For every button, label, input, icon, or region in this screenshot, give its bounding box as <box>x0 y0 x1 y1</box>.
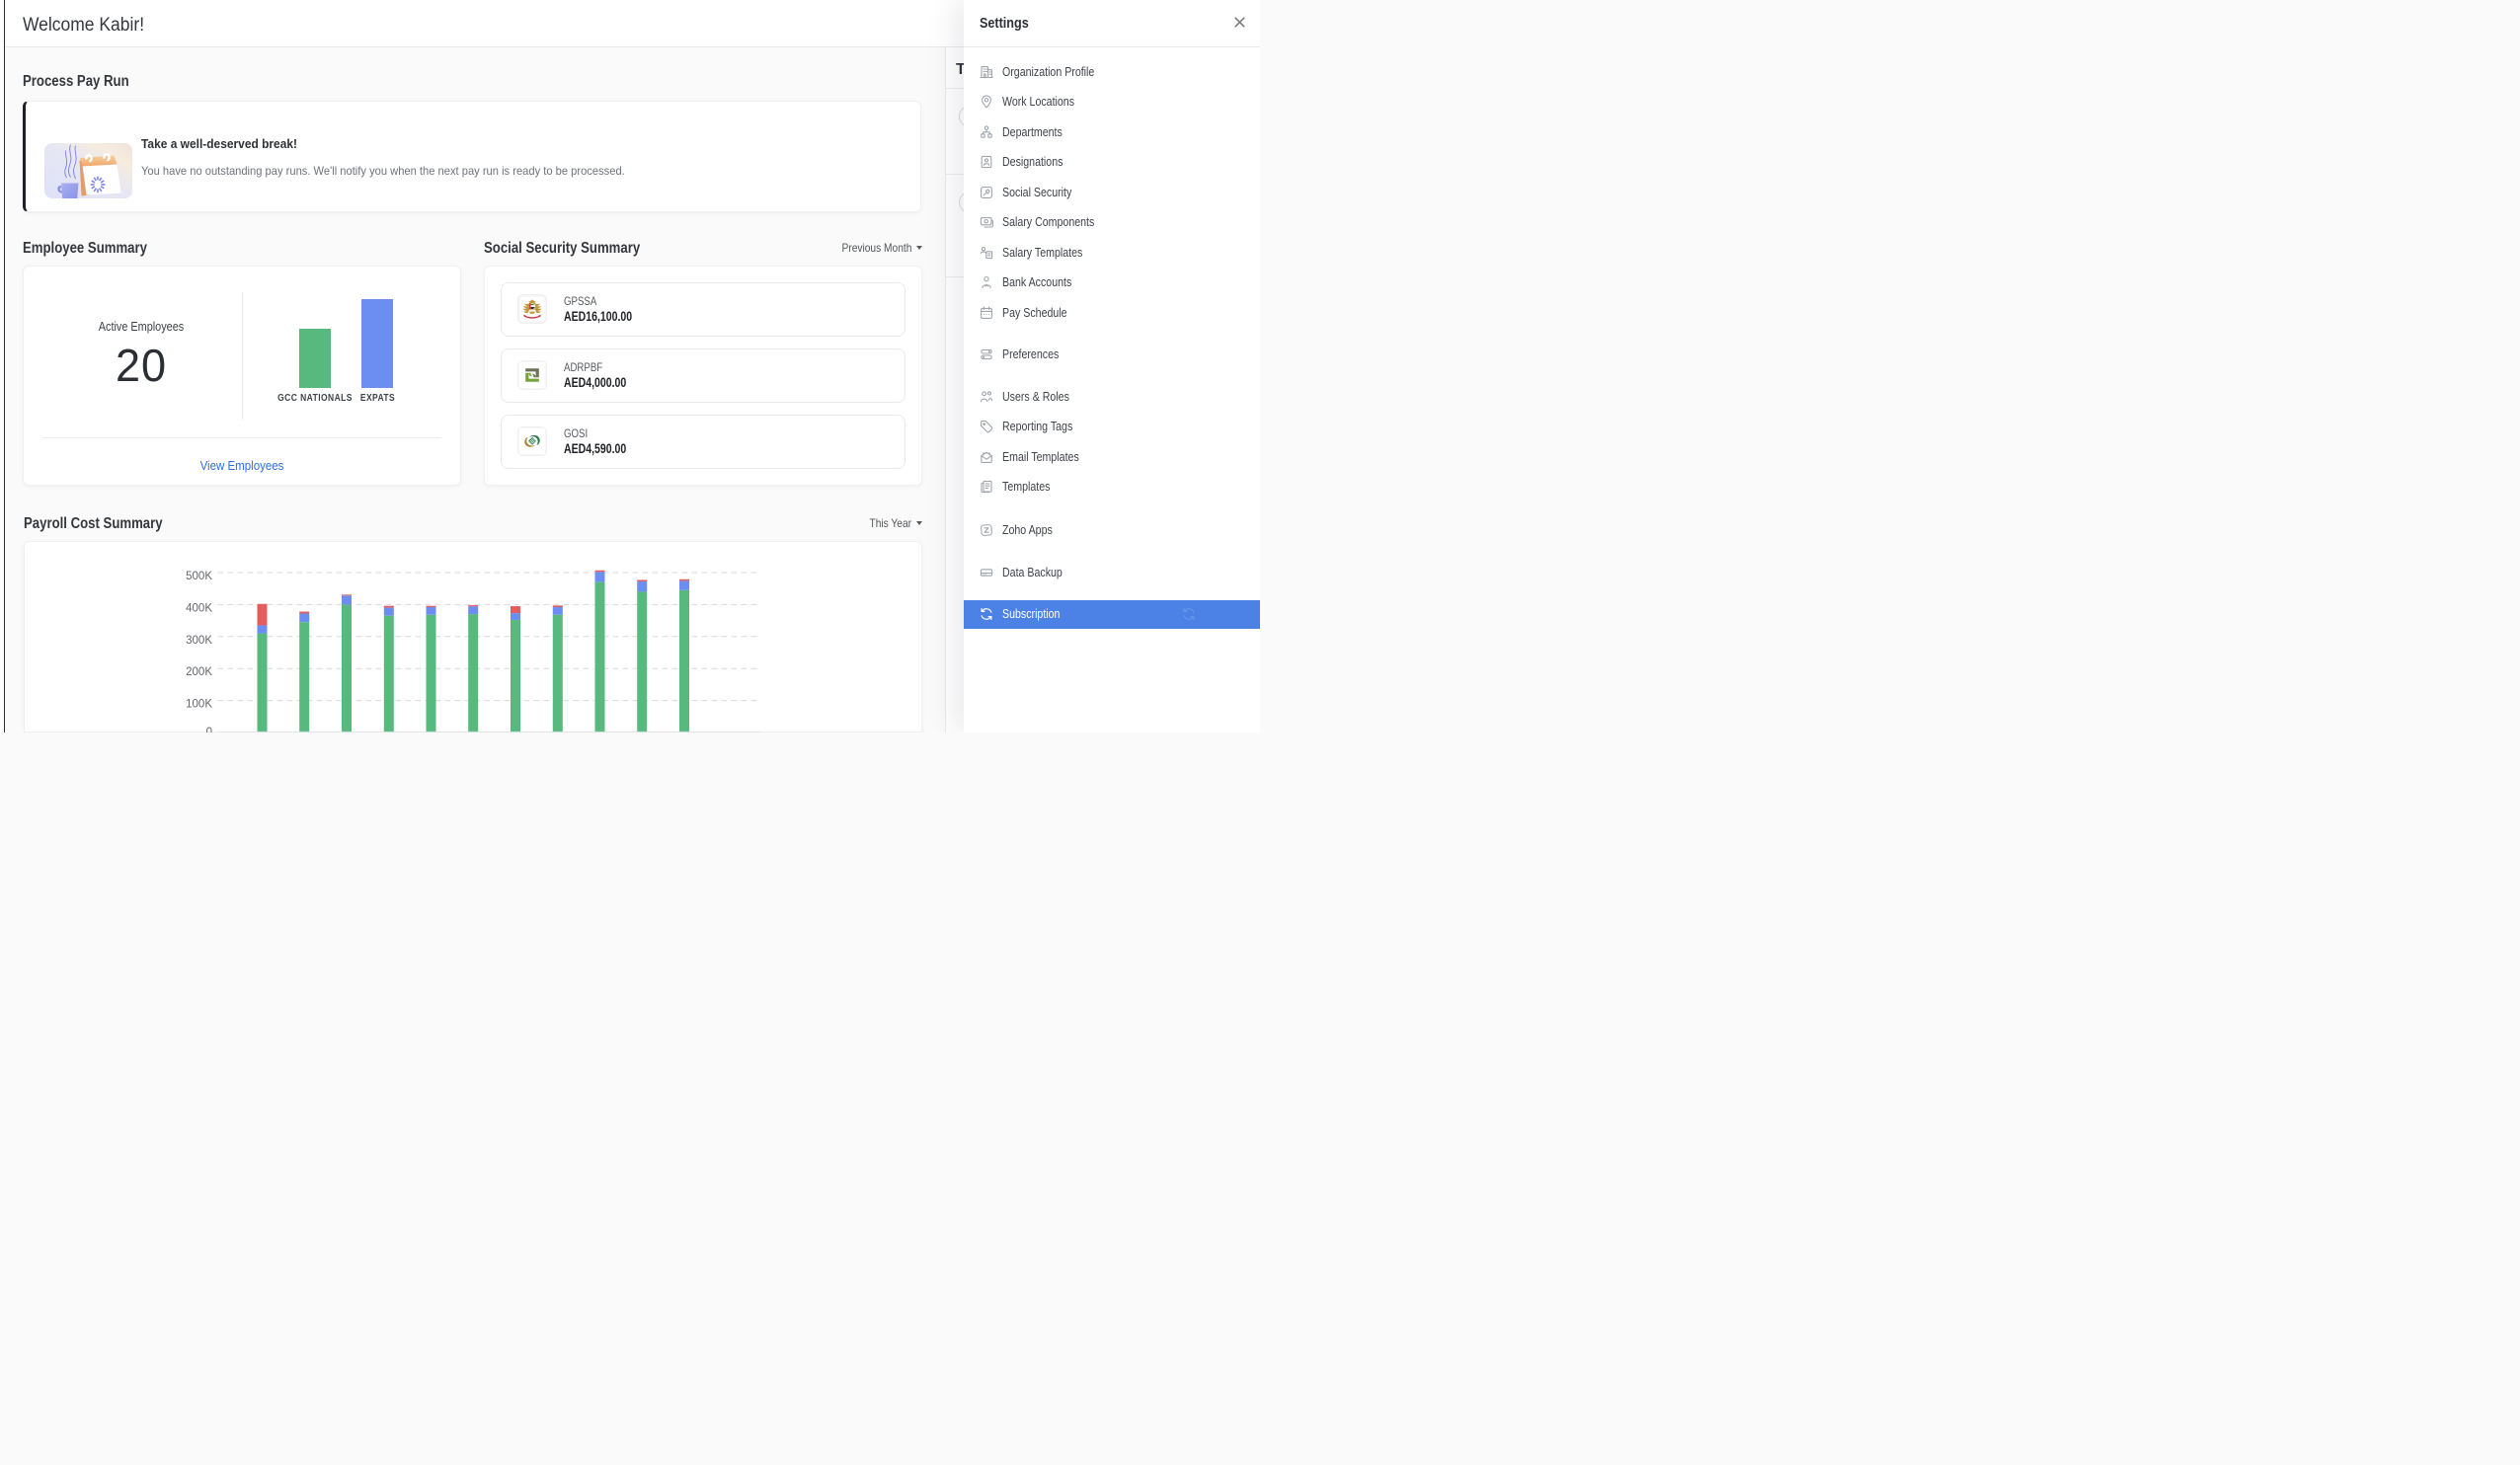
svg-text:100K: 100K <box>186 699 212 711</box>
svg-text:400K: 400K <box>186 602 212 614</box>
svg-text:500K: 500K <box>186 571 212 582</box>
svg-text:300K: 300K <box>186 635 212 647</box>
svg-text:200K: 200K <box>186 666 212 678</box>
svg-text:0: 0 <box>206 727 212 732</box>
